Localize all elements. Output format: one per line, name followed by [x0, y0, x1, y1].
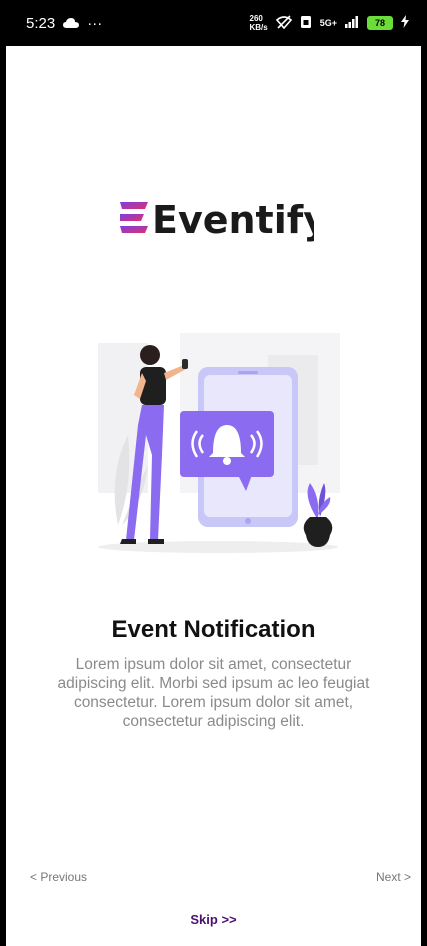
more-dots: ···	[87, 14, 103, 32]
network-type: 5G+	[319, 18, 337, 28]
slide-title: Event Notification	[111, 616, 316, 643]
screen-frame-left	[0, 0, 6, 946]
status-right: 260 KB/s 5G+ 78	[250, 14, 409, 32]
eventify-logo-mark: Eventify	[119, 198, 314, 242]
battery-level: 78	[374, 18, 385, 28]
status-left: 5:23 ···	[26, 15, 102, 32]
net-speed-unit: KB/s	[249, 23, 268, 32]
previous-button[interactable]: < Previous	[30, 870, 87, 884]
sim-icon	[300, 15, 312, 32]
wifi-off-icon	[275, 14, 292, 32]
slide-description: Lorem ipsum dolor sit amet, consectetur …	[57, 656, 370, 730]
battery-icon: 78	[367, 16, 393, 30]
status-bar: 5:23 ··· 260 KB/s 5G+ 78	[0, 0, 427, 46]
skip-button[interactable]: Skip >>	[0, 912, 427, 927]
charging-icon	[401, 15, 409, 31]
net-speed: 260 KB/s	[250, 14, 268, 32]
screen-frame-right	[421, 0, 427, 946]
net-speed-value: 260	[249, 14, 263, 23]
event-notification-illustration	[88, 325, 348, 557]
next-button[interactable]: Next >	[376, 870, 411, 884]
brand-name-text: Eventify	[152, 198, 314, 242]
cloud-icon	[63, 18, 80, 28]
brand-logo: Eventify	[0, 188, 427, 254]
status-time: 5:23	[26, 14, 56, 32]
signal-icon	[345, 15, 359, 31]
